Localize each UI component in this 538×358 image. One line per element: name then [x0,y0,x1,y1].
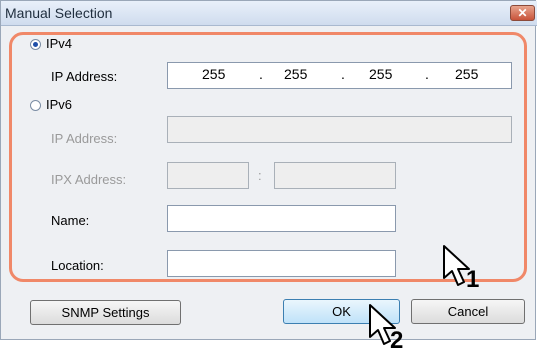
cursor-pointer-icon [443,245,470,286]
title-bar: Manual Selection ✕ [1,1,537,26]
close-icon: ✕ [517,6,528,20]
step-marker-1: 1 [466,266,480,293]
close-button[interactable]: ✕ [510,5,535,21]
snmp-settings-button[interactable]: SNMP Settings [30,300,181,325]
step-marker-2: 2 [390,327,404,354]
cancel-button[interactable]: Cancel [411,299,525,324]
dialog-title: Manual Selection [5,5,113,21]
